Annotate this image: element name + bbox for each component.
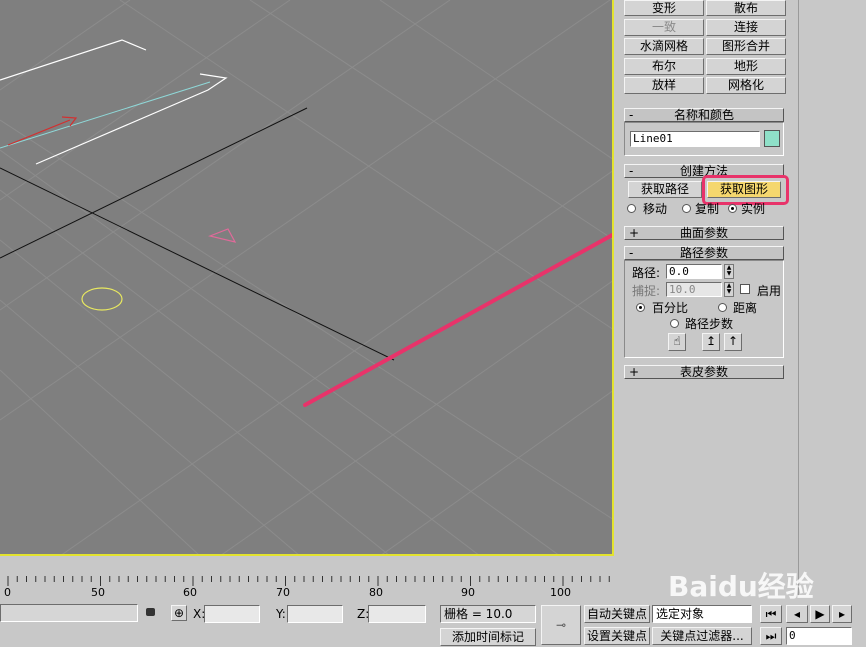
radio-instance[interactable] bbox=[728, 204, 737, 213]
boolean-button[interactable]: 布尔 bbox=[624, 58, 704, 75]
shapemerge-button[interactable]: 图形合并 bbox=[706, 38, 786, 55]
snap-value-field[interactable]: 10.0 bbox=[666, 282, 722, 297]
auto-key-button[interactable]: 自动关键点 bbox=[584, 605, 650, 623]
timeline-ruler[interactable]: 0 50 60 70 80 90 100 bbox=[0, 566, 618, 602]
get-path-button[interactable]: 获取路径 bbox=[628, 181, 702, 198]
path-spinner[interactable]: ▲ ▼ bbox=[724, 264, 734, 279]
radio-copy[interactable] bbox=[682, 204, 691, 213]
pick-path-button[interactable]: ☝ bbox=[668, 333, 686, 351]
perspective-viewport[interactable] bbox=[0, 0, 614, 556]
z-coord-field[interactable] bbox=[368, 605, 426, 623]
arrow-up-bar-icon: ↥ bbox=[705, 334, 717, 348]
key-icon: ⊸ bbox=[555, 618, 567, 632]
rollout-surface-params[interactable]: + 曲面参数 bbox=[624, 226, 784, 240]
mesher-button[interactable]: 网格化 bbox=[706, 77, 786, 94]
rollout-skin-params[interactable]: + 表皮参数 bbox=[624, 365, 784, 379]
next-shape-button[interactable]: ↑ bbox=[724, 333, 742, 351]
panel-scroll-strip[interactable] bbox=[798, 0, 866, 596]
rollout-title: 路径参数 bbox=[679, 246, 728, 260]
key-mode-icon: ⏭ bbox=[765, 629, 777, 643]
radio-path-steps-label: 路径步数 bbox=[685, 317, 734, 331]
enable-checkbox[interactable] bbox=[740, 284, 750, 294]
baidu-watermark: Baidu经验 bbox=[668, 570, 814, 603]
lock-icon[interactable] bbox=[146, 608, 155, 616]
morph-button[interactable]: 变形 bbox=[624, 0, 704, 16]
add-time-tag-button[interactable]: 添加时间标记 bbox=[440, 628, 536, 646]
rollout-title: 曲面参数 bbox=[679, 226, 728, 240]
grid-size-display: 栅格 = 10.0 bbox=[440, 605, 536, 623]
shape-outline-bottom bbox=[35, 73, 228, 165]
connect-button[interactable]: 连接 bbox=[706, 19, 786, 36]
prev-shape-button[interactable]: ↥ bbox=[702, 333, 720, 351]
scatter-button[interactable]: 散布 bbox=[706, 0, 786, 16]
snap-label: 捕捉: bbox=[632, 284, 661, 298]
tick-label-60: 60 bbox=[183, 586, 197, 599]
rollout-title: 名称和颜色 bbox=[673, 108, 734, 122]
y-coord-field[interactable] bbox=[287, 605, 343, 623]
ground-grid bbox=[0, 0, 612, 554]
circle-shape bbox=[81, 287, 123, 311]
object-color-swatch[interactable] bbox=[764, 130, 780, 147]
prompt-line bbox=[0, 604, 138, 622]
next-frame-button[interactable]: ▸ bbox=[832, 605, 852, 623]
tick-label-90: 90 bbox=[461, 586, 475, 599]
radio-move[interactable] bbox=[627, 204, 636, 213]
radio-path-steps[interactable] bbox=[670, 319, 679, 328]
loft-button[interactable]: 放样 bbox=[624, 77, 704, 94]
set-key-button[interactable]: 设置关键点 bbox=[584, 627, 650, 645]
rollout-name-color[interactable]: - 名称和颜色 bbox=[624, 108, 784, 122]
key-filters-button[interactable]: 关键点过滤器... bbox=[652, 627, 752, 645]
path-value-field[interactable]: 0.0 bbox=[666, 264, 722, 279]
conform-button[interactable]: 一致 bbox=[624, 19, 704, 36]
radio-distance-label: 距离 bbox=[733, 301, 758, 315]
axis-line-x bbox=[0, 167, 395, 361]
object-name-field[interactable]: Line01 bbox=[630, 131, 760, 147]
radio-instance-label: 实例 bbox=[741, 202, 766, 216]
radio-move-label: 移动 bbox=[643, 202, 668, 216]
snap-spinner[interactable]: ▲ ▼ bbox=[724, 282, 734, 297]
radio-distance[interactable] bbox=[718, 303, 727, 312]
radio-copy-label: 复制 bbox=[695, 202, 720, 216]
gizmo-x-axis bbox=[7, 119, 71, 146]
tick-label-70: 70 bbox=[276, 586, 290, 599]
terrain-button[interactable]: 地形 bbox=[706, 58, 786, 75]
blobmesh-button[interactable]: 水滴网格 bbox=[624, 38, 704, 55]
absolute-mode-button[interactable]: ⊕ bbox=[171, 605, 187, 621]
y-label: Y: bbox=[276, 607, 286, 621]
x-coord-field[interactable] bbox=[204, 605, 260, 623]
rollout-path-params[interactable]: - 路径参数 bbox=[624, 246, 784, 260]
radio-percent[interactable] bbox=[636, 303, 645, 312]
tick-label-0: 0 bbox=[4, 586, 11, 599]
rollout-title: 表皮参数 bbox=[679, 365, 728, 379]
viewport-scene bbox=[0, 0, 612, 554]
key-mode-button[interactable]: ⊸ bbox=[541, 605, 581, 645]
line01-path bbox=[0, 81, 211, 149]
crosshair-icon: ⊕ bbox=[173, 606, 185, 620]
current-frame-field[interactable]: 0 bbox=[786, 627, 852, 645]
next-frame-icon: ▸ bbox=[838, 607, 846, 621]
key-mode-toggle[interactable]: ⏭ bbox=[760, 627, 782, 645]
tick-label-80: 80 bbox=[369, 586, 383, 599]
triangle-shape bbox=[207, 228, 237, 243]
command-panel: 变形 散布 一致 连接 水滴网格 图形合并 布尔 地形 放样 网格化 - 名称和… bbox=[618, 0, 815, 596]
shape-outline-top bbox=[0, 39, 147, 81]
radio-percent-label: 百分比 bbox=[652, 301, 689, 315]
enable-label: 启用 bbox=[757, 284, 782, 298]
tick-label-100: 100 bbox=[550, 586, 571, 599]
hand-icon: ☝ bbox=[673, 334, 681, 348]
tick-label-50: 50 bbox=[91, 586, 105, 599]
path-label: 路径: bbox=[632, 266, 661, 280]
arrow-up-icon: ↑ bbox=[727, 334, 739, 348]
